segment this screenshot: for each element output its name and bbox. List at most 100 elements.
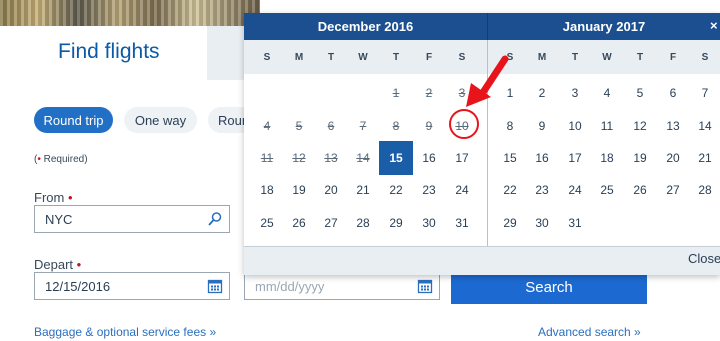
depart-value: 12/15/2016 xyxy=(45,278,111,294)
weekday-label: M xyxy=(537,51,547,63)
weekday-label: T xyxy=(571,51,579,63)
weekday-label: W xyxy=(358,51,368,63)
calendar-day: 14 xyxy=(356,151,370,165)
weekday-label: F xyxy=(669,51,677,63)
weekday-label: W xyxy=(602,51,612,63)
calendar-close-button[interactable]: Close xyxy=(688,251,720,266)
calendar-day[interactable]: 24 xyxy=(560,175,590,205)
calendar-day[interactable]: 12 xyxy=(625,111,655,141)
search-button[interactable]: Search xyxy=(451,271,647,304)
calendar-day[interactable]: 5 xyxy=(625,78,655,108)
calendar-day[interactable]: 22 xyxy=(381,175,411,205)
weekday-label: M xyxy=(294,51,304,63)
close-icon[interactable]: × xyxy=(710,18,720,33)
calendar-day[interactable]: 4 xyxy=(592,78,622,108)
calendar-icon[interactable] xyxy=(207,278,223,294)
calendar-day[interactable]: 3 xyxy=(560,78,590,108)
calendar-day[interactable]: 20 xyxy=(658,143,688,173)
calendar-day[interactable]: 18 xyxy=(592,143,622,173)
calendar-day[interactable]: 7 xyxy=(690,78,720,108)
calendar-day[interactable]: 31 xyxy=(447,208,477,238)
calendar-day[interactable]: 2 xyxy=(527,78,557,108)
depart-required-mark: • xyxy=(76,257,82,272)
round-trip-button[interactable]: Round trip xyxy=(34,107,113,133)
calendar-day[interactable]: 21 xyxy=(348,175,378,205)
weekday-label: T xyxy=(392,51,400,63)
calendar-day[interactable]: 30 xyxy=(414,208,444,238)
advanced-search-link[interactable]: Advanced search » xyxy=(538,325,641,339)
calendar-day[interactable]: 21 xyxy=(690,143,720,173)
calendar-day[interactable]: 14 xyxy=(690,111,720,141)
calendar-day[interactable]: 8 xyxy=(495,111,525,141)
calendar-day[interactable]: 19 xyxy=(625,143,655,173)
date-picker: December 2016 January 2017 × Close S M T W T… xyxy=(244,13,720,275)
depart-date-input[interactable]: 12/15/2016 xyxy=(34,272,230,300)
month-header-december: December 2016 xyxy=(244,13,487,40)
depart-label-text: Depart xyxy=(34,257,74,272)
calendar-day[interactable]: 10 xyxy=(560,111,590,141)
calendar-day[interactable]: 23 xyxy=(414,175,444,205)
from-label: From • xyxy=(34,190,73,205)
return-date-input[interactable]: mm/dd/yyyy xyxy=(244,272,440,300)
calendar-day[interactable]: 25 xyxy=(252,208,282,238)
calendar-day[interactable]: 30 xyxy=(527,208,557,238)
calendar-day[interactable]: 11 xyxy=(592,111,622,141)
calendar-day[interactable]: 25 xyxy=(592,175,622,205)
baggage-fees-link[interactable]: Baggage & optional service fees » xyxy=(34,325,216,339)
calendar-day[interactable]: 31 xyxy=(560,208,590,238)
calendar-day[interactable]: 20 xyxy=(316,175,346,205)
calendar-day: 1 xyxy=(392,86,400,100)
annotation-arrow-icon xyxy=(466,55,509,107)
calendar-day: 8 xyxy=(392,119,400,133)
header-banner-image xyxy=(0,0,260,26)
calendar-day[interactable]: 6 xyxy=(658,78,688,108)
calendar-day: 13 xyxy=(324,151,338,165)
calendar-day: 9 xyxy=(425,119,433,133)
month-header-january: January 2017 × xyxy=(487,13,720,40)
calendar-day[interactable]: 19 xyxy=(284,175,314,205)
weekday-label: S xyxy=(263,51,271,63)
calendar-day[interactable]: 24 xyxy=(447,175,477,205)
calendar-day[interactable]: 13 xyxy=(658,111,688,141)
calendar-day[interactable]: 17 xyxy=(560,143,590,173)
calendar-day: 2 xyxy=(425,86,433,100)
calendar-day: 7 xyxy=(359,119,367,133)
month-title: January 2017 xyxy=(562,19,646,34)
weekday-label: F xyxy=(425,51,433,63)
weekday-label: S xyxy=(701,51,709,63)
calendar-icon[interactable] xyxy=(417,278,433,294)
from-label-text: From xyxy=(34,190,65,205)
calendar-day[interactable]: 17 xyxy=(447,143,477,173)
calendar-day[interactable]: 27 xyxy=(316,208,346,238)
calendar-day[interactable]: 26 xyxy=(284,208,314,238)
weekday-label: T xyxy=(327,51,335,63)
one-way-button[interactable]: One way xyxy=(124,107,197,133)
calendar-day[interactable]: 23 xyxy=(527,175,557,205)
calendar-day[interactable]: 16 xyxy=(527,143,557,173)
required-text: Required xyxy=(43,154,85,165)
calendar-day[interactable]: 29 xyxy=(381,208,411,238)
calendar-day[interactable]: 16 xyxy=(414,143,444,173)
calendar-day[interactable]: 27 xyxy=(658,175,688,205)
from-value: NYC xyxy=(45,211,73,227)
calendar-day[interactable]: 15 xyxy=(379,141,413,175)
calendar-day[interactable]: 29 xyxy=(495,208,525,238)
calendar-footer xyxy=(244,246,720,275)
calendar-day: 12 xyxy=(292,151,306,165)
calendar-day[interactable]: 22 xyxy=(495,175,525,205)
calendar-day[interactable]: 26 xyxy=(625,175,655,205)
depart-label: Depart • xyxy=(34,257,81,272)
required-note: (• Required) xyxy=(34,154,88,165)
from-required-mark: • xyxy=(67,190,73,205)
required-mark: • xyxy=(37,154,41,165)
calendar-day[interactable]: 18 xyxy=(252,175,282,205)
calendar-day[interactable]: 15 xyxy=(495,143,525,173)
calendar-day[interactable]: 28 xyxy=(690,175,720,205)
calendar-day: 5 xyxy=(295,119,303,133)
search-icon[interactable] xyxy=(207,211,223,227)
calendar-day[interactable]: 9 xyxy=(527,111,557,141)
from-input[interactable]: NYC xyxy=(34,205,230,233)
weekday-label: T xyxy=(636,51,644,63)
calendar-day: 6 xyxy=(327,119,335,133)
calendar-day[interactable]: 28 xyxy=(348,208,378,238)
